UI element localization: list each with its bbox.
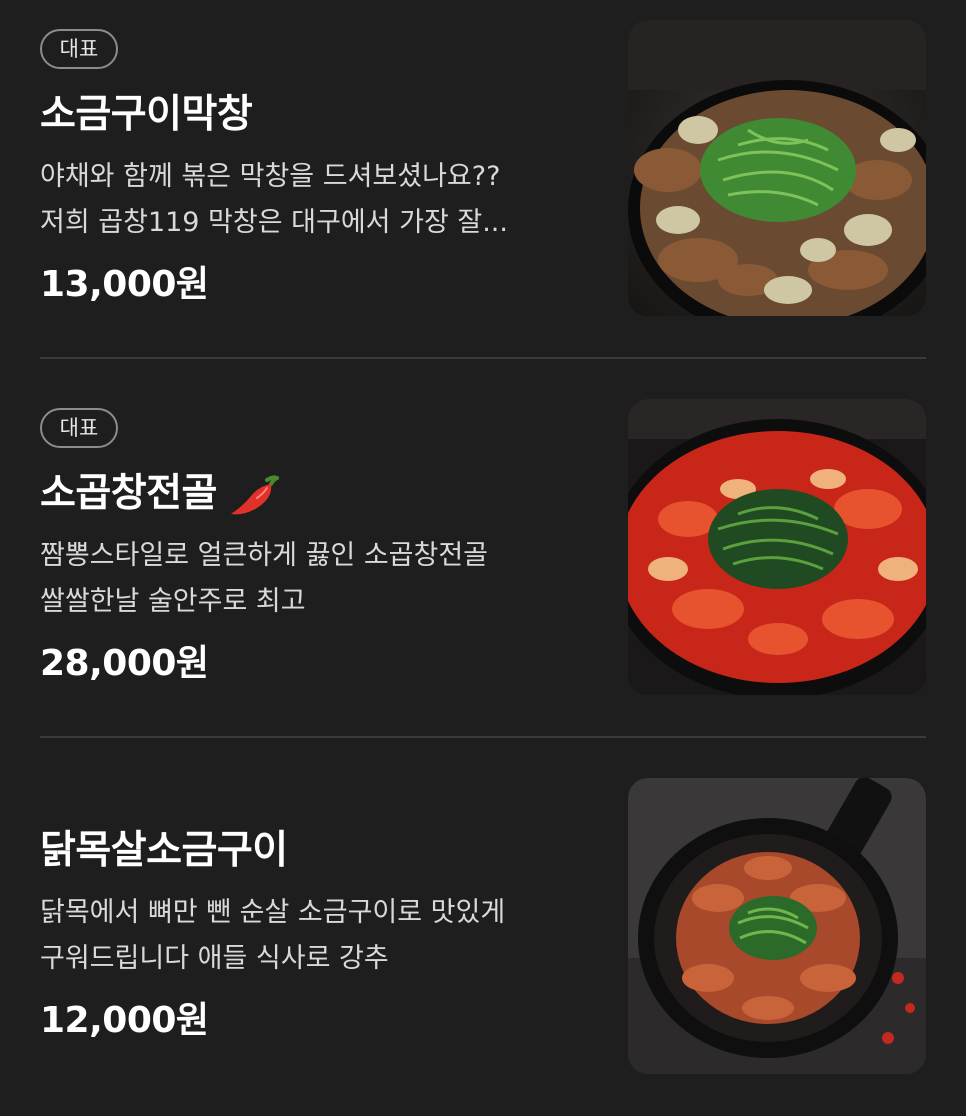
menu-item-title-text: 소곱창전골 [40, 471, 217, 516]
description-line: 저희 곱창119 막창은 대구에서 가장 잘... [40, 207, 508, 238]
menu-item-price: 12,000원 [40, 1000, 209, 1041]
menu-item-gopchang-jeongol[interactable]: 대표 소곱창전골 짬뽕스타일로 얼큰하게 끓인 소곱창전골 쌀쌀한날 술안주로 … [0, 379, 966, 719]
menu-list: 대표 소금구이막창 야채와 함께 볶은 막창을 드셔보셨나요?? 저희 곱창11… [0, 0, 966, 1116]
menu-item-price: 28,000원 [40, 643, 209, 684]
menu-item-chicken-neck[interactable]: 닭목살소금구이 닭목에서 뼈만 뺀 순살 소금구이로 맛있게 구워드립니다 애들… [0, 758, 966, 1098]
signature-badge: 대표 [40, 408, 118, 448]
menu-item-title: 닭목살소금구이 [40, 828, 288, 873]
description-line: 쌀쌀한날 술안주로 최고 [40, 586, 306, 617]
chicken-neck-skillet-photo[interactable] [628, 778, 926, 1074]
item-divider [40, 736, 926, 738]
chili-pepper-icon [230, 474, 279, 514]
menu-item-title: 소곱창전골 [40, 467, 279, 521]
menu-item-description: 야채와 함께 볶은 막창을 드셔보셨나요?? 저희 곱창119 막창은 대구에서… [40, 154, 600, 246]
description-line: 닭목에서 뼈만 뺀 순살 소금구이로 맛있게 [40, 897, 506, 928]
menu-item-makchang[interactable]: 대표 소금구이막창 야채와 함께 볶은 막창을 드셔보셨나요?? 저희 곱창11… [0, 0, 966, 340]
food-image [628, 399, 926, 695]
description-line: 짬뽕스타일로 얼큰하게 끓인 소곱창전골 [40, 540, 489, 571]
gopchang-hotpot-photo[interactable] [628, 399, 926, 695]
menu-item-description: 닭목에서 뼈만 뺀 순살 소금구이로 맛있게 구워드립니다 애들 식사로 강추 [40, 890, 600, 982]
item-divider [40, 357, 926, 359]
signature-badge: 대표 [40, 29, 118, 69]
stir-fried-makchang-photo[interactable] [628, 20, 926, 316]
description-line: 구워드립니다 애들 식사로 강추 [40, 943, 389, 974]
menu-item-price: 13,000원 [40, 264, 209, 305]
menu-item-title: 소금구이막창 [40, 92, 253, 137]
food-image [628, 778, 926, 1074]
description-line: 야채와 함께 볶은 막창을 드셔보셨나요?? [40, 161, 501, 192]
food-image [628, 20, 926, 316]
menu-item-description: 짬뽕스타일로 얼큰하게 끓인 소곱창전골 쌀쌀한날 술안주로 최고 [40, 533, 600, 625]
